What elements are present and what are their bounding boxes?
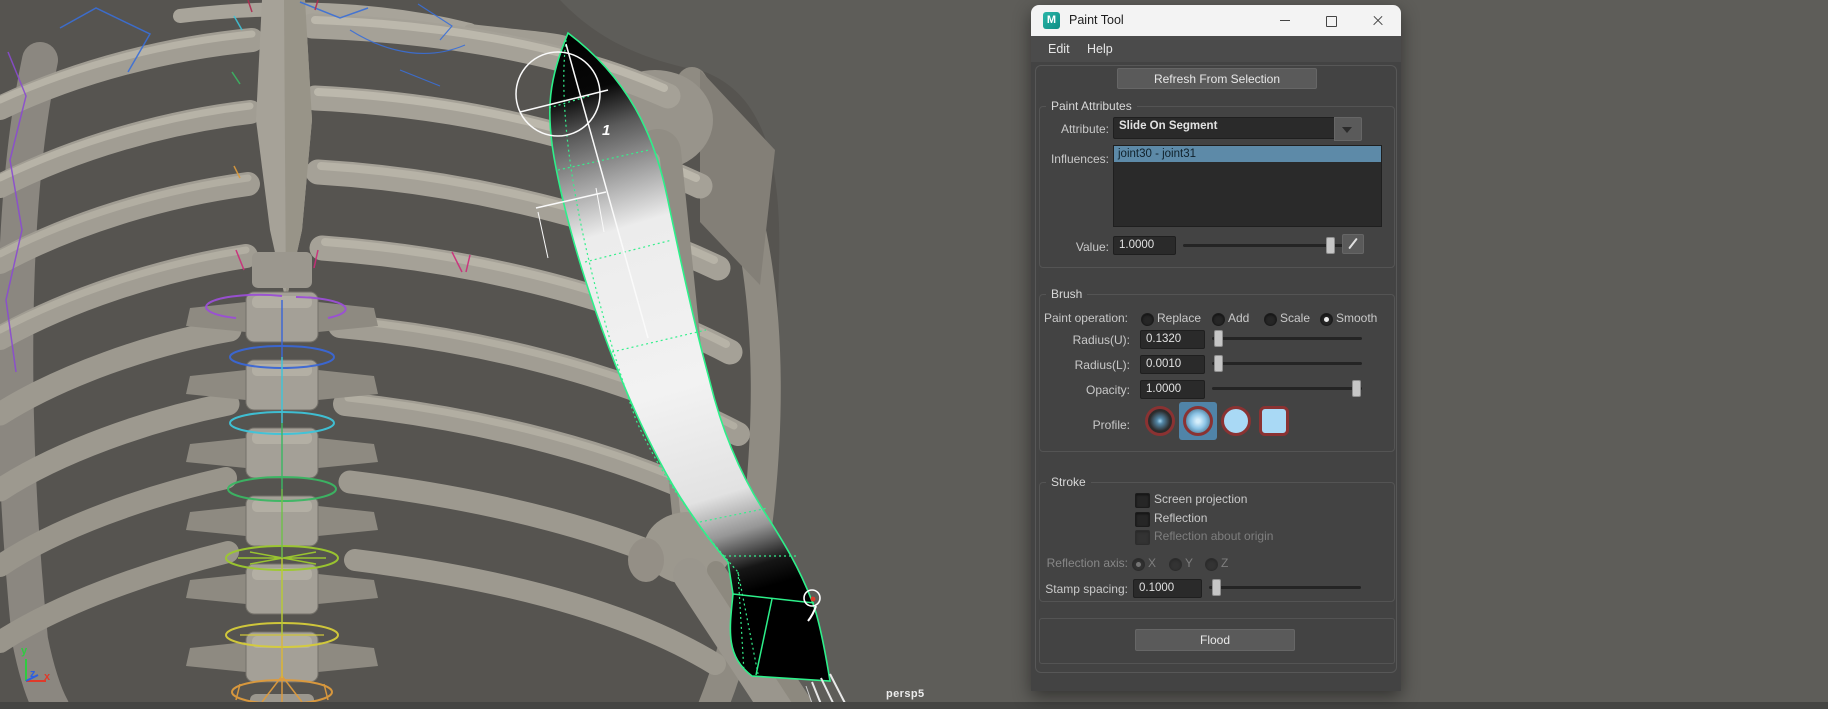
stamp-spacing-field[interactable]: 0.1000 <box>1133 579 1202 598</box>
profile-solid-icon <box>1221 406 1251 436</box>
profile-solid-button[interactable] <box>1217 402 1255 440</box>
flood-button[interactable]: Flood <box>1135 629 1295 651</box>
reflection-about-origin-checkbox[interactable] <box>1135 530 1150 545</box>
radio-axis-z[interactable] <box>1205 558 1218 571</box>
menu-bar: Edit Help <box>1031 36 1401 62</box>
radius-l-label: Radius(L): <box>1031 358 1130 372</box>
radius-u-slider[interactable] <box>1212 330 1362 346</box>
radio-scale-label[interactable]: Scale <box>1280 311 1310 325</box>
profile-square-button[interactable] <box>1255 402 1293 440</box>
profile-soft-button[interactable] <box>1179 402 1217 440</box>
window-title: Paint Tool <box>1069 13 1124 27</box>
menu-help[interactable]: Help <box>1087 42 1113 56</box>
value-slider-pen-button[interactable] <box>1342 234 1364 254</box>
profile-gaussian-button[interactable] <box>1141 402 1179 440</box>
profile-label: Profile: <box>1031 418 1130 432</box>
reflection-label[interactable]: Reflection <box>1154 511 1207 525</box>
radio-smooth[interactable] <box>1320 313 1333 326</box>
reflection-about-origin-label: Reflection about origin <box>1154 529 1273 543</box>
maya-logo-icon: M <box>1043 12 1060 29</box>
screen-projection-checkbox[interactable] <box>1135 493 1150 508</box>
radio-replace[interactable] <box>1141 313 1154 326</box>
slider-handle[interactable] <box>1214 330 1223 347</box>
radio-replace-label[interactable]: Replace <box>1157 311 1201 325</box>
weight-value-label: 1 <box>602 122 610 139</box>
radio-add-label[interactable]: Add <box>1228 311 1249 325</box>
value-label: Value: <box>1031 240 1109 254</box>
brush-title: Brush <box>1046 287 1087 301</box>
maximize-button[interactable] <box>1310 5 1352 36</box>
viewport-3d[interactable] <box>0 0 1828 709</box>
profile-soft-icon <box>1183 406 1213 436</box>
radio-axis-x-label: X <box>1148 556 1156 570</box>
stamp-spacing-slider[interactable] <box>1209 579 1361 595</box>
slider-handle[interactable] <box>1214 355 1223 372</box>
slider-handle[interactable] <box>1326 237 1335 254</box>
opacity-label: Opacity: <box>1031 383 1130 397</box>
axis-y-label: y <box>21 645 27 657</box>
radius-l-slider[interactable] <box>1212 355 1362 371</box>
profile-gaussian-icon <box>1145 406 1175 436</box>
influences-label: Influences: <box>1031 152 1109 166</box>
axis-x-label: x <box>44 671 50 683</box>
attribute-label: Attribute: <box>1031 122 1109 136</box>
radius-u-label: Radius(U): <box>1031 333 1130 347</box>
viewport-bottom-edge <box>0 702 1828 709</box>
radius-l-field[interactable]: 0.0010 <box>1140 355 1205 374</box>
radio-add[interactable] <box>1212 313 1225 326</box>
maximize-icon <box>1326 16 1337 27</box>
menu-edit[interactable]: Edit <box>1048 42 1070 56</box>
attribute-dropdown-arrow-button[interactable] <box>1334 117 1362 141</box>
radio-axis-z-label: Z <box>1221 556 1228 570</box>
radio-axis-y-label: Y <box>1185 556 1193 570</box>
slider-handle[interactable] <box>1212 579 1221 596</box>
screen-projection-label[interactable]: Screen projection <box>1154 492 1247 506</box>
value-field[interactable]: 1.0000 <box>1113 236 1176 255</box>
radio-smooth-label[interactable]: Smooth <box>1336 311 1377 325</box>
radius-u-field[interactable]: 0.1320 <box>1140 330 1205 349</box>
minimize-button[interactable] <box>1264 5 1306 36</box>
paint-attributes-title: Paint Attributes <box>1046 99 1137 113</box>
refresh-from-selection-button[interactable]: Refresh From Selection <box>1117 68 1317 89</box>
reflection-checkbox[interactable] <box>1135 512 1150 527</box>
influences-list[interactable]: joint30 - joint31 <box>1113 145 1382 227</box>
camera-label: persp5 <box>886 688 924 700</box>
reflection-axis-label: Reflection axis: <box>1031 556 1128 570</box>
paint-tool-window: M Paint Tool Edit Help Refresh From Sele… <box>1031 5 1401 691</box>
close-button[interactable] <box>1357 5 1399 36</box>
attribute-dropdown[interactable]: Slide On Segment <box>1113 117 1337 139</box>
minimize-icon <box>1280 20 1290 21</box>
influence-list-item[interactable]: joint30 - joint31 <box>1114 146 1381 162</box>
opacity-slider[interactable] <box>1212 380 1362 396</box>
value-slider[interactable] <box>1183 237 1360 253</box>
opacity-field[interactable]: 1.0000 <box>1140 380 1205 399</box>
radio-axis-x[interactable] <box>1132 558 1145 571</box>
radio-axis-y[interactable] <box>1169 558 1182 571</box>
tool-settings-panel: Refresh From Selection Paint Attributes … <box>1031 62 1401 691</box>
stamp-spacing-label: Stamp spacing: <box>1031 582 1128 596</box>
stroke-title: Stroke <box>1046 475 1091 489</box>
radio-scale[interactable] <box>1264 313 1277 326</box>
profile-square-icon <box>1259 406 1289 436</box>
title-bar[interactable]: M Paint Tool <box>1031 5 1401 36</box>
axis-z-label: z <box>30 668 36 680</box>
slider-handle[interactable] <box>1352 380 1361 397</box>
paint-operation-label: Paint operation: <box>1031 311 1128 325</box>
